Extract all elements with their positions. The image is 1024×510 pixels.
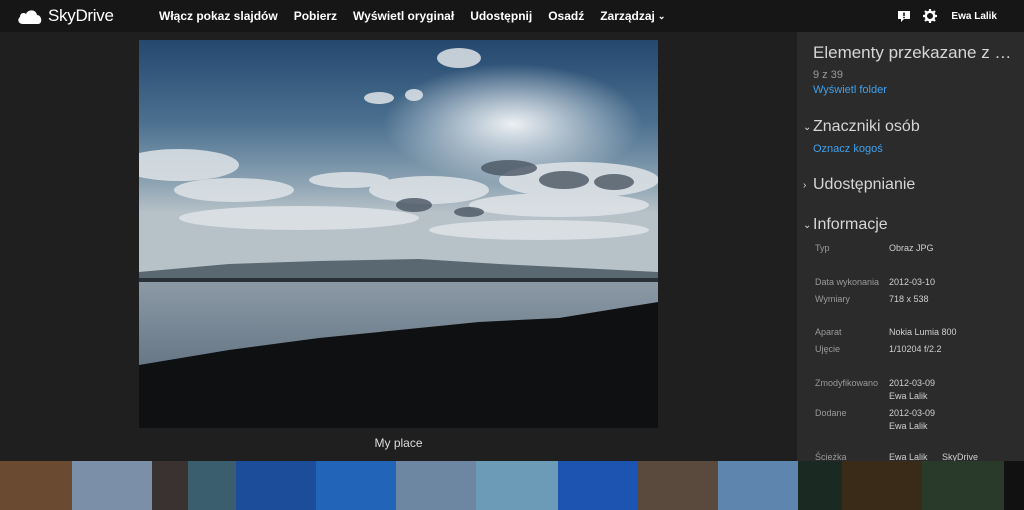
manage-label: Zarządzaj bbox=[600, 9, 655, 23]
info-value: Nokia Lumia 800 bbox=[889, 327, 957, 337]
download-button[interactable]: Pobierz bbox=[294, 9, 337, 23]
info-value: 718 x 538 bbox=[889, 294, 929, 304]
info-label: Aparat bbox=[815, 327, 842, 337]
path-skydrive-link[interactable]: SkyDrive bbox=[942, 452, 978, 461]
info-value: 2012-03-09 bbox=[889, 378, 936, 388]
info-label: Data wykonania bbox=[815, 277, 880, 287]
thumbnail[interactable] bbox=[72, 461, 152, 510]
photo-caption: My place bbox=[374, 436, 423, 450]
chevron-down-icon: ⌄ bbox=[803, 219, 812, 231]
user-name[interactable]: Ewa Lalik bbox=[951, 11, 997, 22]
thumbnail[interactable] bbox=[0, 461, 72, 510]
thumbnail[interactable] bbox=[718, 461, 798, 510]
app-name: SkyDrive bbox=[48, 6, 114, 25]
chevron-down-icon: ⌄ bbox=[803, 121, 812, 133]
chevron-right-icon: › bbox=[803, 179, 807, 191]
share-button[interactable]: Udostępnij bbox=[470, 9, 532, 23]
details-panel: Elementy przekazane z u... 9 z 39 Wyświe… bbox=[797, 32, 1024, 461]
filmstrip bbox=[0, 461, 1024, 510]
embed-button[interactable]: Osadź bbox=[548, 9, 584, 23]
messenger-icon[interactable] bbox=[896, 8, 912, 24]
user-tools: Ewa Lalik bbox=[896, 0, 997, 32]
info-label: Ujęcie bbox=[815, 344, 841, 354]
section-sharing[interactable]: › Udostępnianie bbox=[803, 176, 915, 194]
thumbnail[interactable] bbox=[842, 461, 922, 510]
manage-menu[interactable]: Zarządzaj ⌄ bbox=[600, 9, 665, 23]
album-title: Elementy przekazane z u... bbox=[813, 43, 1013, 62]
info-value: Ewa Lalik bbox=[889, 391, 928, 401]
chevron-down-icon: ⌄ bbox=[657, 10, 666, 21]
thumbnail[interactable] bbox=[316, 461, 396, 510]
photo-viewer: My place bbox=[0, 32, 797, 461]
command-bar: Włącz pokaz slajdów Pobierz Wyświetl ory… bbox=[159, 9, 681, 23]
info-label: Zmodyfikowano bbox=[815, 378, 879, 388]
slideshow-button[interactable]: Włącz pokaz slajdów bbox=[159, 9, 278, 23]
thumbnail[interactable] bbox=[638, 461, 718, 510]
section-information[interactable]: ⌄ Informacje bbox=[803, 216, 888, 234]
section-people-tags[interactable]: ⌄ Znaczniki osób bbox=[803, 118, 920, 136]
gear-icon[interactable] bbox=[922, 8, 938, 24]
thumbnail[interactable] bbox=[558, 461, 638, 510]
section-label: Informacje bbox=[813, 216, 888, 233]
info-value: Ewa Lalik bbox=[889, 421, 928, 431]
thumbnail[interactable] bbox=[188, 461, 236, 510]
info-value: 1/10204 f/2.2 bbox=[889, 344, 942, 354]
tag-someone-link[interactable]: Oznacz kogoś bbox=[813, 143, 883, 155]
skydrive-logo[interactable]: SkyDrive bbox=[16, 6, 156, 26]
thumbnail[interactable] bbox=[396, 461, 476, 510]
view-folder-link[interactable]: Wyświetl folder bbox=[813, 84, 887, 96]
info-value: 2012-03-09 bbox=[889, 408, 936, 418]
thumbnail[interactable] bbox=[236, 461, 316, 510]
info-label: Ścieżka bbox=[815, 452, 847, 461]
thumbnail[interactable] bbox=[152, 461, 188, 510]
info-value: Ewa Lalik bbox=[889, 452, 928, 461]
top-bar: SkyDrive Włącz pokaz slajdów Pobierz Wyś… bbox=[0, 0, 1024, 32]
thumbnail[interactable] bbox=[476, 461, 558, 510]
info-label: Wymiary bbox=[815, 294, 850, 304]
info-label: Dodane bbox=[815, 408, 847, 418]
info-label: Typ bbox=[815, 243, 830, 253]
photo-counter: 9 z 39 bbox=[813, 69, 843, 81]
thumbnail[interactable] bbox=[798, 461, 842, 510]
thumbnail[interactable] bbox=[922, 461, 1004, 510]
section-label: Udostępnianie bbox=[813, 176, 916, 193]
cloud-icon bbox=[18, 10, 42, 24]
main-photo[interactable] bbox=[139, 40, 658, 428]
section-label: Znaczniki osób bbox=[813, 118, 920, 135]
view-original-button[interactable]: Wyświetl oryginał bbox=[353, 9, 454, 23]
info-value: 2012-03-10 bbox=[889, 277, 936, 287]
info-value: Obraz JPG bbox=[889, 243, 934, 253]
